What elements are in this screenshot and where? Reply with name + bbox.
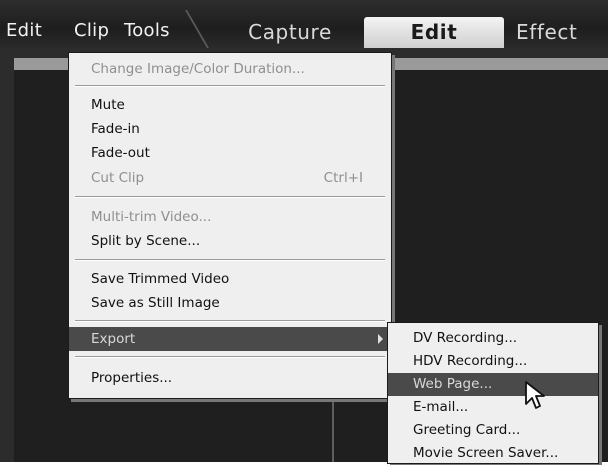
menu-item-label: Export	[91, 331, 136, 347]
export-submenu: DV Recording... HDV Recording... Web Pag…	[387, 322, 599, 464]
menu-separator	[75, 196, 385, 198]
top-menu-bar: Edit Clip Tools Capture Edit Effect	[0, 0, 608, 48]
submenu-item-label: HDV Recording...	[413, 353, 528, 369]
menu-item-cut-clip[interactable]: Cut Clip Ctrl+I	[69, 166, 391, 190]
submenu-item-greeting-card[interactable]: Greeting Card...	[388, 419, 598, 442]
menu-item-fade-out[interactable]: Fade-out	[69, 141, 391, 165]
menu-item-label: Fade-in	[91, 121, 140, 137]
menu-item-save-trimmed-video[interactable]: Save Trimmed Video	[69, 267, 391, 291]
submenu-item-label: Web Page...	[413, 376, 493, 392]
submenu-item-label: E-mail...	[413, 399, 469, 415]
tab-effects[interactable]: Effect	[516, 17, 608, 48]
menu-item-properties[interactable]: Properties...	[69, 366, 391, 390]
menu-item-multi-trim[interactable]: Multi-trim Video...	[69, 205, 391, 229]
menu-item-label: Change Image/Color Duration...	[91, 61, 305, 77]
menu-item-change-duration[interactable]: Change Image/Color Duration...	[69, 57, 391, 81]
menu-item-label: Save as Still Image	[91, 295, 220, 311]
menu-item-label: Split by Scene...	[91, 233, 201, 249]
menu-item-fade-in[interactable]: Fade-in	[69, 117, 391, 141]
tab-capture[interactable]: Capture	[220, 17, 360, 48]
menu-separator	[75, 356, 385, 358]
submenu-item-email[interactable]: E-mail...	[388, 396, 598, 419]
menu-item-label: Mute	[91, 97, 125, 113]
menu-item-label: Fade-out	[91, 145, 150, 161]
submenu-item-label: Greeting Card...	[413, 422, 521, 438]
menu-item-label: Multi-trim Video...	[91, 209, 212, 225]
menu-item-mute[interactable]: Mute	[69, 93, 391, 117]
menu-item-split-by-scene[interactable]: Split by Scene...	[69, 229, 391, 253]
menu-item-label: Cut Clip	[91, 170, 145, 186]
menu-separator	[75, 259, 385, 261]
menu-edit[interactable]: Edit	[6, 20, 42, 42]
submenu-item-dv-recording[interactable]: DV Recording...	[388, 327, 598, 350]
chevron-right-icon	[378, 334, 383, 344]
menu-separator	[75, 320, 385, 322]
menu-separator	[75, 85, 385, 87]
menu-item-label: Save Trimmed Video	[91, 271, 230, 287]
tab-separator	[185, 10, 209, 48]
menu-clip[interactable]: Clip	[74, 20, 109, 42]
submenu-item-hdv-recording[interactable]: HDV Recording...	[388, 350, 598, 373]
menu-item-save-still-image[interactable]: Save as Still Image	[69, 291, 391, 315]
application-window: Edit Clip Tools Capture Edit Effect Chan…	[0, 0, 608, 464]
menu-item-export[interactable]: Export	[69, 327, 391, 351]
clip-dropdown-menu: Change Image/Color Duration... Mute Fade…	[68, 52, 392, 399]
menu-item-label: Properties...	[91, 370, 173, 386]
mouse-pointer-icon	[525, 381, 545, 409]
menu-item-shortcut: Ctrl+I	[323, 170, 363, 186]
submenu-item-label: DV Recording...	[413, 330, 518, 346]
submenu-item-web-page[interactable]: Web Page...	[388, 373, 598, 396]
tab-edit[interactable]: Edit	[364, 17, 504, 48]
menu-tools[interactable]: Tools	[124, 20, 170, 42]
